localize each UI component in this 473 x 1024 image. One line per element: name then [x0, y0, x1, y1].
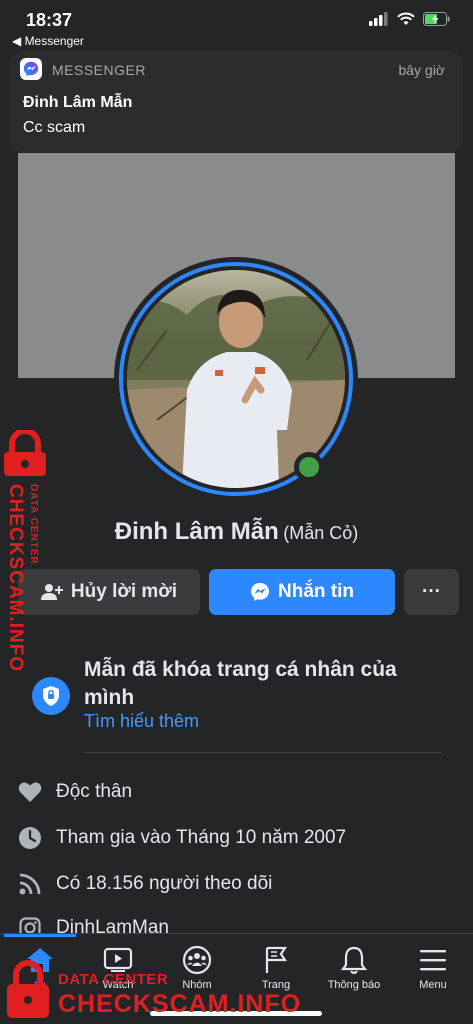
- back-to-app-link[interactable]: ◀ Messenger: [12, 34, 84, 48]
- bell-icon: [314, 944, 394, 976]
- message-button[interactable]: Nhắn tin: [209, 569, 395, 615]
- watermark-tag-bottom: DATA CENTER: [58, 971, 169, 988]
- locked-profile-text: Mẫn đã khóa trang cá nhân của mình: [84, 658, 397, 709]
- nav-notifications[interactable]: Thông báo: [314, 944, 394, 991]
- wifi-icon: [397, 12, 415, 25]
- battery-charging-icon: [423, 12, 450, 26]
- watermark-brand-vertical: CHECKSCAM.INFO: [5, 484, 26, 673]
- watermark-lock-icon-bottom: [7, 960, 49, 1018]
- messenger-icon: [251, 583, 269, 601]
- notification-title: Đinh Lâm Mẫn: [23, 94, 133, 111]
- info-relationship-text: Độc thân: [56, 781, 133, 802]
- watermark-brand-bottom: CHECKSCAM.INFO: [58, 990, 302, 1018]
- cancel-request-label: Hủy lời mời: [70, 581, 178, 602]
- messenger-app-icon: [20, 58, 42, 80]
- pages-flag-icon: [236, 944, 316, 976]
- menu-icon: [393, 944, 473, 976]
- online-status-dot: [294, 452, 324, 482]
- info-relationship: Độc thân: [18, 780, 132, 804]
- info-followers-text: Có 18.156 người theo dõi: [56, 873, 273, 894]
- profile-name-line: Đinh Lâm Mẫn (Mẫn Cỏ): [0, 518, 473, 546]
- notification-time: bây giờ: [398, 62, 445, 78]
- status-time: 18:37: [26, 10, 73, 30]
- info-followers: Có 18.156 người theo dõi: [18, 872, 272, 896]
- signal-icon: [369, 12, 388, 26]
- nav-notifications-label: Thông báo: [327, 979, 381, 991]
- rss-icon: [18, 872, 42, 896]
- cancel-friend-request-button[interactable]: Hủy lời mời: [18, 569, 200, 615]
- section-divider: [84, 752, 441, 753]
- nav-menu-label: Menu: [419, 979, 447, 991]
- nav-groups[interactable]: Nhóm: [157, 944, 237, 991]
- watermark-tag-vertical: DATA CENTER: [28, 484, 39, 565]
- info-joined: Tham gia vào Tháng 10 năm 2007: [18, 826, 346, 850]
- groups-icon: [157, 944, 237, 976]
- notification-app-name: MESSENGER: [52, 62, 146, 78]
- messenger-notification[interactable]: MESSENGER bây giờ Đinh Lâm Mẫn Cc scam: [10, 50, 463, 153]
- heart-icon: [18, 780, 42, 804]
- info-joined-text: Tham gia vào Tháng 10 năm 2007: [56, 827, 347, 848]
- nav-pages[interactable]: Trang: [236, 944, 316, 991]
- active-tab-indicator: [4, 934, 76, 937]
- person-plus-icon: [40, 584, 63, 600]
- profile-nickname: (Mẫn Cỏ): [283, 523, 359, 543]
- nav-menu[interactable]: Menu: [393, 944, 473, 991]
- profile-name: Đinh Lâm Mẫn: [114, 518, 279, 545]
- shield-lock-icon: [32, 677, 70, 715]
- watermark-lock-icon: [4, 430, 46, 476]
- learn-more-link[interactable]: Tìm hiểu thêm: [84, 711, 199, 732]
- clock-icon: [18, 826, 42, 850]
- message-label: Nhắn tin: [278, 581, 354, 602]
- status-bar: 18:37 ◀ Messenger: [0, 0, 473, 48]
- more-icon: ···: [422, 581, 441, 602]
- notification-body: Cc scam: [23, 119, 86, 136]
- more-options-button[interactable]: ···: [404, 569, 459, 615]
- status-icons: [369, 12, 451, 26]
